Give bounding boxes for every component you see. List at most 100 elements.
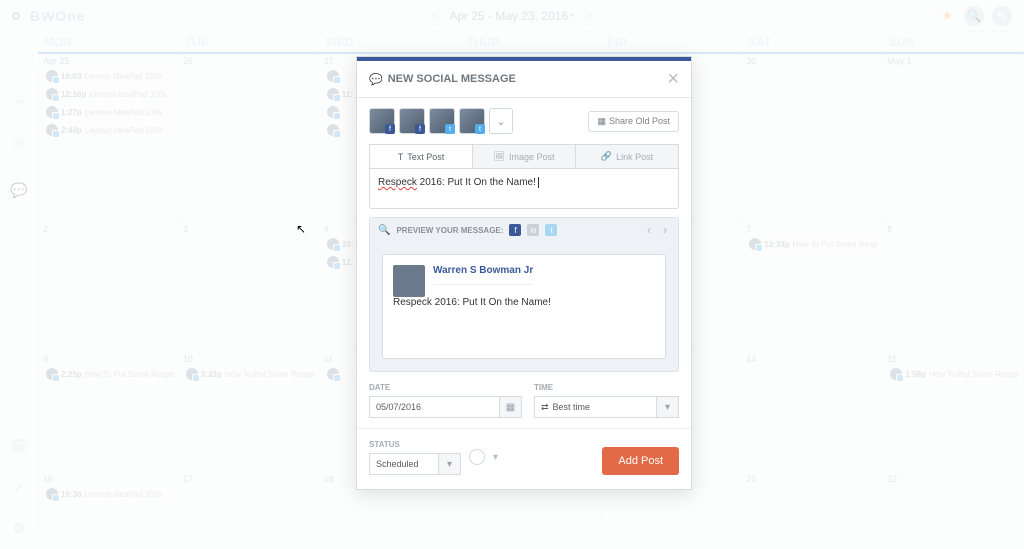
calendar-cell[interactable]: 92:25p How To Put Some Respek — [38, 352, 179, 471]
event-title: Lenovo IdeaPad 100s — [89, 90, 167, 99]
event-network-badge-icon — [52, 112, 60, 120]
calendar-cell[interactable]: 14 — [742, 352, 883, 471]
compose-icon[interactable]: ✎ — [992, 6, 1012, 26]
time-select[interactable]: ⇄ Best time — [534, 396, 657, 418]
cell-date: 17 — [183, 474, 315, 484]
calendar-icon[interactable]: 🗓 — [10, 438, 28, 455]
event-avatar-icon — [749, 238, 761, 250]
check-icon[interactable]: ✓ — [13, 479, 25, 496]
event-avatar-icon — [46, 368, 58, 380]
event-title: How To Put Some Respek — [793, 240, 879, 249]
twitter-badge-icon: t — [445, 124, 455, 134]
calendar-cell[interactable]: 2 — [38, 222, 179, 351]
event-time: 12:33p — [764, 240, 789, 249]
calendar-event[interactable]: 2:25p How To Put Some Respek — [43, 366, 174, 382]
calendar-cell[interactable]: May 1 — [883, 54, 1024, 221]
calendar-cell[interactable]: 712:33p How To Put Some Respek — [742, 222, 883, 351]
preview-facebook-icon[interactable]: f — [509, 224, 521, 236]
preview-next-icon[interactable]: › — [660, 223, 670, 237]
time-dropdown-icon[interactable]: ▾ — [657, 396, 679, 418]
calendar-cell[interactable]: 8 — [883, 222, 1024, 351]
date-input[interactable] — [369, 396, 500, 418]
chevron-down-icon[interactable]: ▾ — [570, 10, 575, 21]
calendar-cell[interactable]: 22 — [883, 472, 1024, 531]
search-icon[interactable]: 🔍 — [964, 6, 984, 26]
add-more-icon[interactable]: ▾ — [493, 452, 498, 463]
event-avatar-icon — [327, 106, 339, 118]
event-avatar-icon — [327, 70, 339, 82]
status-dropdown-icon[interactable]: ▾ — [439, 453, 461, 475]
date-range[interactable]: Apr 25 - May 23, 2016 — [449, 9, 568, 23]
account-3[interactable]: t — [459, 108, 485, 134]
calendar-picker-icon[interactable]: ▦ — [500, 396, 522, 418]
event-avatar-icon — [327, 368, 339, 380]
calendar-cell[interactable]: 3 — [179, 222, 320, 351]
cell-date: 30 — [746, 56, 878, 66]
apps-icon[interactable]: ⋮⋮⋮ — [0, 52, 40, 69]
account-1[interactable]: f — [399, 108, 425, 134]
calendar-event[interactable]: 12:16p Lenovo IdeaPad 100s — [43, 86, 174, 102]
tab-text-post[interactable]: TText Post — [370, 145, 472, 168]
accounts-more-button[interactable]: ⌄ — [489, 108, 513, 134]
close-icon[interactable]: × — [667, 69, 679, 89]
calendar-cell[interactable]: 30 — [742, 54, 883, 221]
tab-image-post[interactable]: 🖼Image Post — [472, 145, 575, 168]
file-icon[interactable]: 🗎 — [13, 134, 24, 158]
compose-tabs: TText Post 🖼Image Post 🔗Link Post — [369, 144, 679, 168]
share-old-post-button[interactable]: ▦ Share Old Post — [588, 111, 679, 132]
compose-textarea[interactable]: Respeck 2016: Put It On the Name! — [369, 168, 679, 209]
calendar-cell[interactable]: 15 1:58p How To Put Some Respek — [883, 352, 1024, 471]
date-label: DATE — [369, 383, 390, 392]
account-facebook[interactable]: f — [369, 108, 395, 134]
add-post-button[interactable]: Add Post — [602, 447, 679, 475]
calendar-event[interactable]: 2:48p Lenovo IdeaPad 100s — [43, 122, 174, 138]
settings-icon[interactable]: ⚙ — [13, 520, 26, 537]
accounts-row: f f t t ⌄ ▦ Share Old Post — [357, 98, 691, 144]
calendar-event[interactable]: 3:33p How To Put Some Respek — [183, 366, 315, 382]
calendar-cell[interactable]: 21 — [742, 472, 883, 531]
preview-linkedin-icon[interactable]: in — [527, 224, 539, 236]
cell-date: 15 — [887, 354, 1019, 364]
calendar-event[interactable]: 1:27p Lenovo IdeaPad 100s — [43, 104, 174, 120]
preview-label: PREVIEW YOUR MESSAGE: — [396, 226, 503, 235]
event-network-badge-icon — [333, 112, 341, 120]
event-network-badge-icon — [192, 374, 200, 382]
event-network-badge-icon — [52, 76, 60, 84]
next-range-button[interactable]: › — [581, 7, 599, 25]
color-swatch[interactable] — [469, 449, 485, 465]
chat-icon[interactable]: 💬 — [10, 182, 27, 199]
calendar-cell[interactable]: 26 — [179, 54, 320, 221]
prev-range-button[interactable]: ‹ — [425, 7, 443, 25]
calendar-event[interactable]: 10:03 Lenovo IdeaPad 100s — [43, 68, 174, 84]
star-icon[interactable]: ★ — [938, 7, 956, 25]
event-time: 12:16p — [61, 90, 86, 99]
calendar-cell[interactable]: 1610:36 Lenovo IdeaPad 100s — [38, 472, 179, 531]
schedule-row: DATE ▦ TIME ⇄ Best time ▾ — [357, 372, 691, 418]
calendar-event[interactable]: 10:36 Lenovo IdeaPad 100s — [43, 486, 174, 502]
event-title: Lenovo IdeaPad 100s — [84, 490, 162, 499]
tab-label: Link Post — [616, 152, 653, 162]
preview-twitter-icon[interactable]: t — [545, 224, 557, 236]
magnify-icon: 🔍 — [378, 225, 390, 236]
time-value: Best time — [553, 402, 591, 412]
calendar-event[interactable]: 1:58p How To Put Some Respek — [887, 366, 1019, 382]
cell-date: 10 — [183, 354, 315, 364]
dow-header: SAT — [742, 32, 883, 52]
date-range-nav: ‹ Apr 25 - May 23, 2016 ▾ › — [419, 7, 604, 25]
calendar-cell[interactable]: 17 — [179, 472, 320, 531]
event-network-badge-icon — [52, 374, 60, 382]
tab-link-post[interactable]: 🔗Link Post — [575, 145, 678, 168]
wp-icon[interactable]: ⓦ — [13, 93, 25, 110]
preview-prev-icon[interactable]: ‹ — [644, 223, 654, 237]
account-2[interactable]: t — [429, 108, 455, 134]
status-select[interactable]: Scheduled — [369, 453, 439, 475]
calendar-cell[interactable]: Apr 2510:03 Lenovo IdeaPad 100s12:16p Le… — [38, 54, 179, 221]
event-network-badge-icon — [333, 130, 341, 138]
dow-header: WED — [320, 32, 461, 52]
calendar-cell[interactable]: 10 3:33p How To Put Some Respek — [179, 352, 320, 471]
calendar-event[interactable]: 12:33p How To Put Some Respek — [746, 236, 878, 252]
topbar-right: ★ 🔍 ✎ — [938, 6, 1012, 26]
event-network-badge-icon — [52, 94, 60, 102]
text-icon: T — [398, 152, 404, 162]
repost-icon: ▦ — [597, 116, 606, 127]
